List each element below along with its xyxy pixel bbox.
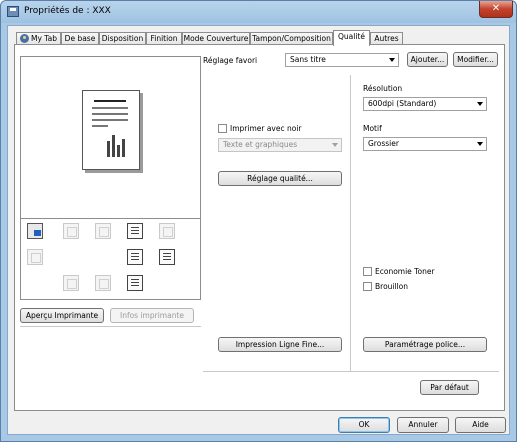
quality-panel: Aperçu Imprimante Infos imprimante Régla… — [14, 44, 505, 411]
draft-checkbox[interactable] — [363, 282, 372, 291]
output-tray-icon[interactable] — [27, 249, 43, 265]
favorite-value: Sans titre — [290, 55, 326, 64]
chevron-down-icon — [477, 142, 483, 146]
tab-qualite[interactable]: Qualité — [333, 30, 370, 46]
page-preview — [20, 56, 201, 219]
document-preview-icon — [82, 90, 140, 170]
pattern-value: Grossier — [368, 139, 399, 148]
favorite-label: Réglage favori — [203, 56, 258, 65]
window-title: Propriétés de : XXX — [24, 6, 111, 16]
tab-label: Tampon/Composition — [252, 34, 331, 43]
tab-label: Qualité — [338, 32, 365, 41]
add-favorite-button[interactable]: Ajouter... — [407, 52, 448, 67]
cancel-button[interactable]: Annuler — [397, 417, 449, 433]
booklet-icon[interactable] — [95, 223, 111, 239]
resolution-label: Résolution — [363, 84, 403, 93]
printer-view-button[interactable]: Aperçu Imprimante — [20, 308, 104, 323]
tray-icon[interactable] — [27, 223, 43, 239]
finisher-icon[interactable] — [127, 249, 143, 265]
column-divider — [350, 75, 351, 371]
text-graphics-value: Texte et graphiques — [223, 140, 298, 149]
chevron-down-icon — [477, 102, 483, 106]
tab-label: Mode Couverture — [183, 34, 249, 43]
toner-save-checkbox[interactable] — [363, 267, 372, 276]
modify-favorite-button[interactable]: Modifier... — [453, 52, 498, 67]
close-button[interactable]: ✕ — [479, 1, 513, 18]
fold-icon[interactable] — [159, 249, 175, 265]
cover-icon[interactable] — [127, 275, 143, 291]
default-button[interactable]: Par défaut — [420, 380, 479, 395]
printer-info-button[interactable]: Infos imprimante — [110, 308, 194, 323]
title-bar[interactable]: Propriétés de : XXX ✕ — [1, 1, 516, 23]
tab-label: Autres — [374, 34, 399, 43]
chevron-down-icon — [332, 143, 338, 147]
account-icon[interactable] — [95, 275, 111, 291]
user-icon — [20, 34, 29, 43]
dialog-client: My Tab De base Disposition Finition Mode… — [7, 25, 510, 435]
fine-line-button[interactable]: Impression Ligne Fine... — [218, 337, 342, 352]
tab-label: Finition — [150, 34, 178, 43]
divider — [203, 371, 499, 372]
print-black-checkbox[interactable] — [218, 124, 227, 133]
user-auth-icon[interactable] — [63, 275, 79, 291]
tab-label: Disposition — [101, 34, 144, 43]
print-black-label: Imprimer avec noir — [230, 124, 302, 133]
resolution-value: 600dpi (Standard) — [368, 99, 437, 108]
punch-icon[interactable] — [159, 223, 175, 239]
properties-window: Propriétés de : XXX ✕ My Tab De base Dis… — [0, 0, 517, 442]
printer-icon — [7, 6, 19, 17]
toner-save-label: Economie Toner — [375, 267, 435, 276]
quality-settings-button[interactable]: Réglage qualité... — [218, 171, 342, 186]
draft-label: Brouillon — [375, 282, 408, 291]
resolution-select[interactable]: 600dpi (Standard) — [363, 97, 487, 111]
duplex-icon[interactable] — [127, 223, 143, 239]
staple-icon[interactable] — [63, 223, 79, 239]
divider — [20, 326, 201, 327]
favorite-select[interactable]: Sans titre — [285, 53, 399, 67]
tab-label: De base — [64, 34, 96, 43]
help-button[interactable]: Aide — [455, 417, 506, 433]
pattern-label: Motif — [363, 124, 382, 133]
font-settings-button[interactable]: Paramétrage police... — [363, 337, 487, 352]
ok-button[interactable]: OK — [338, 417, 390, 433]
chevron-down-icon — [389, 58, 395, 62]
tab-label: My Tab — [31, 34, 57, 43]
pattern-select[interactable]: Grossier — [363, 137, 487, 151]
text-graphics-select[interactable]: Texte et graphiques — [218, 138, 342, 152]
printer-options-icons — [20, 218, 201, 300]
